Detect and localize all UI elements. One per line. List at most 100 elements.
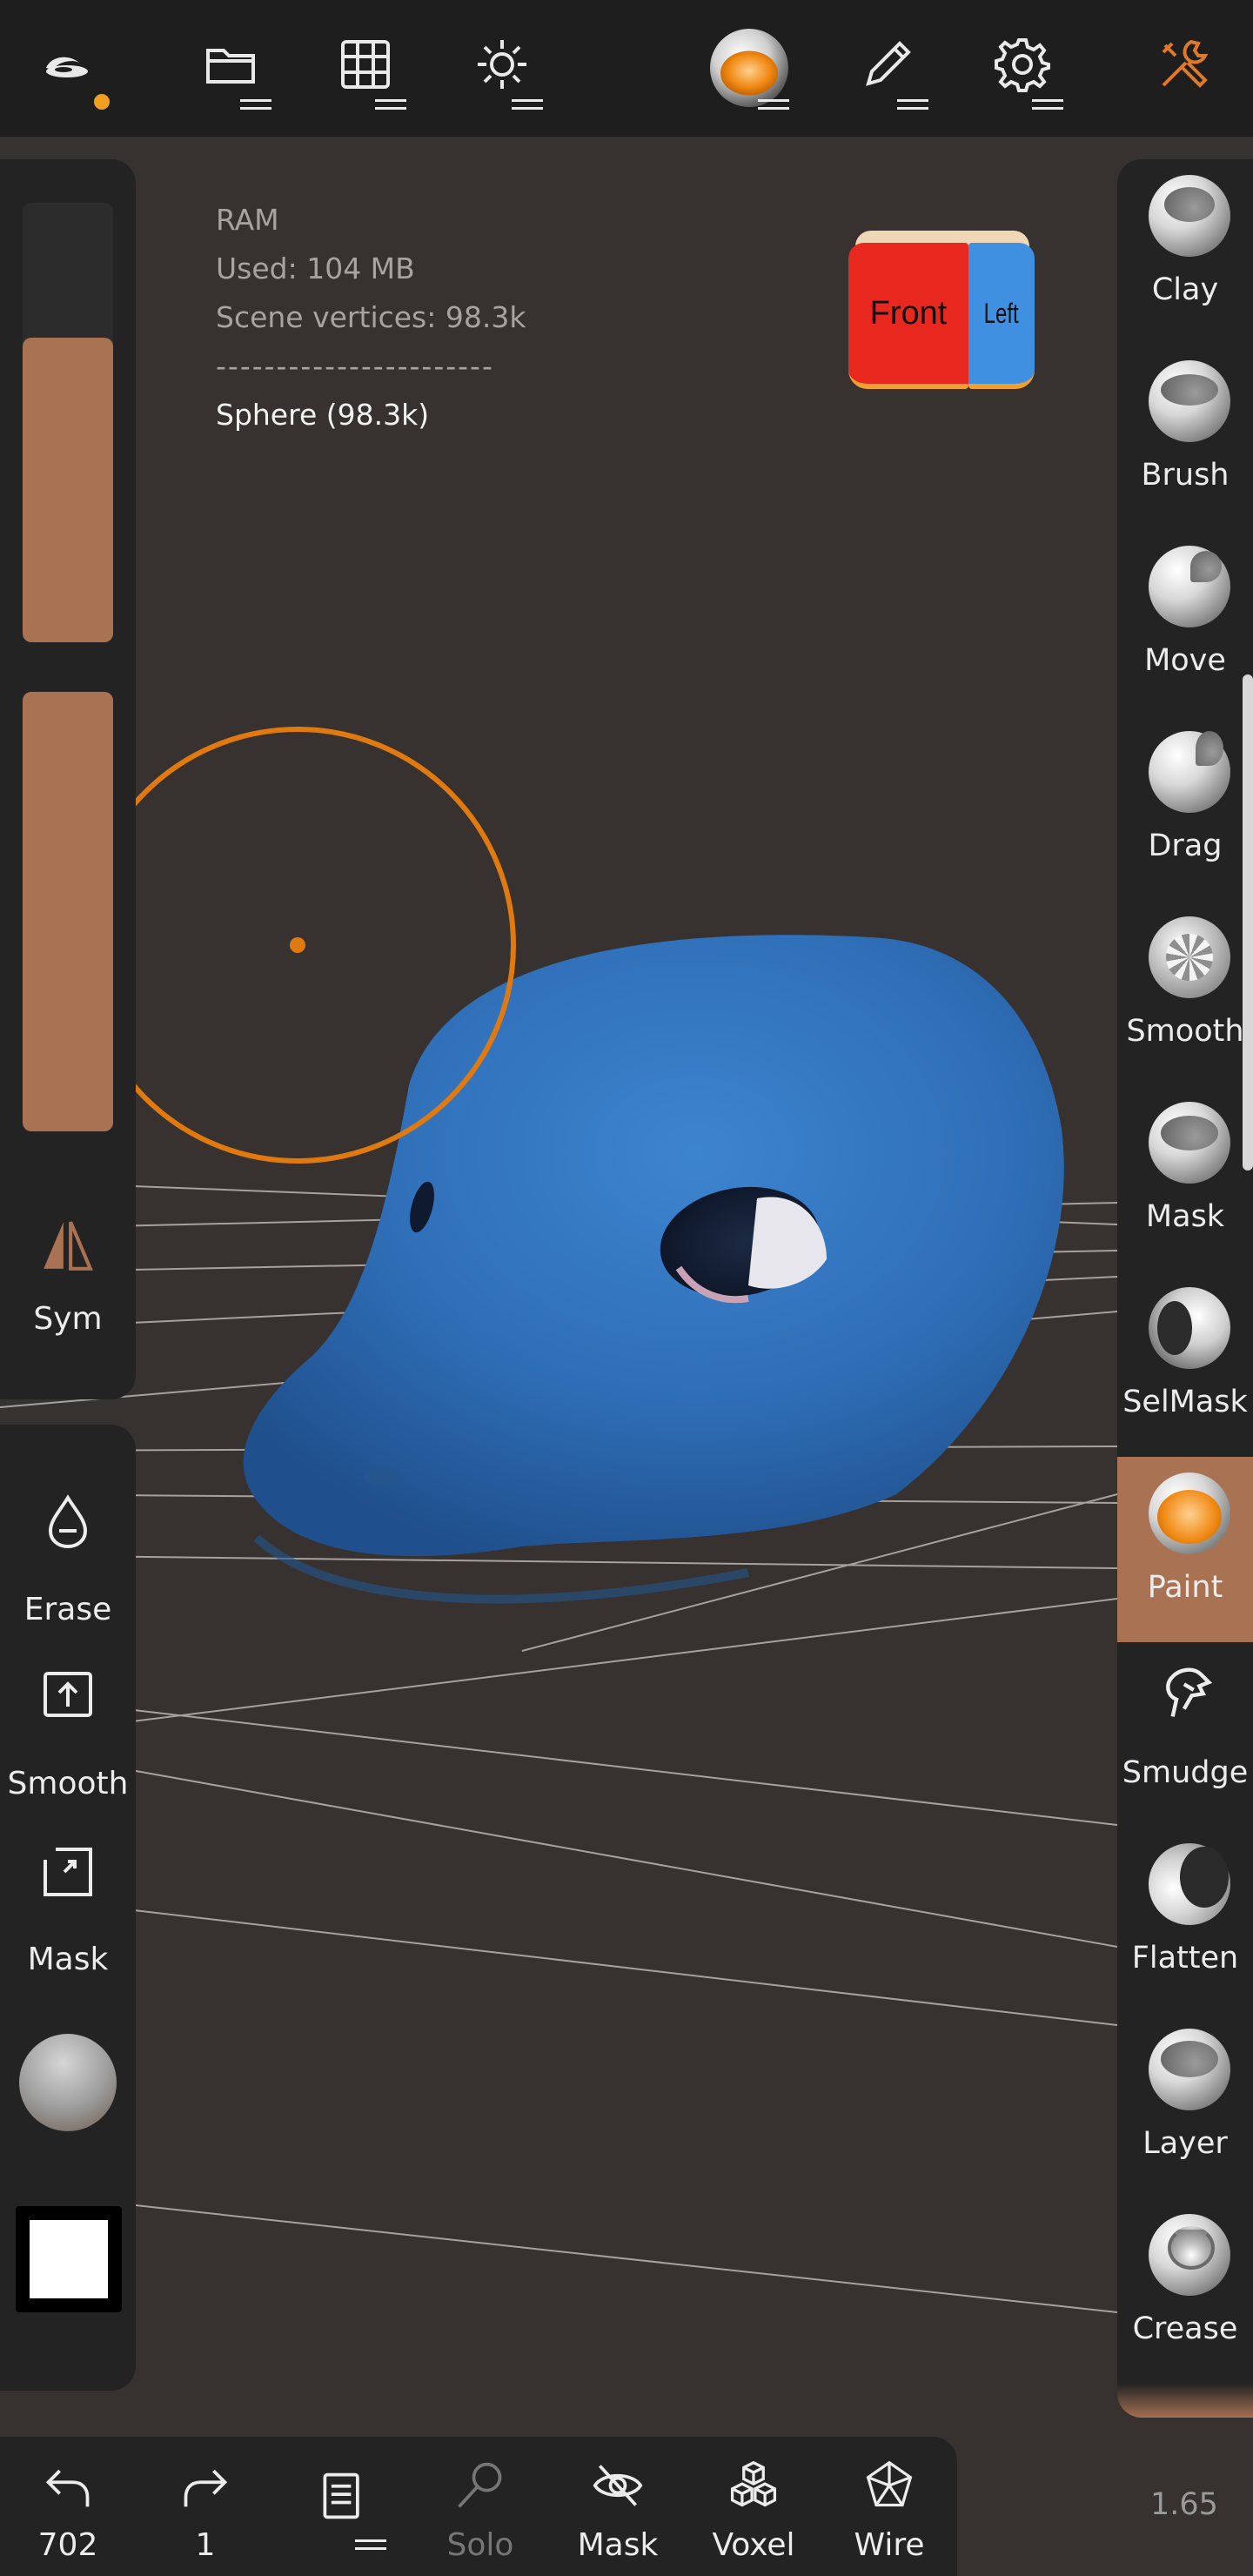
smooth-label: Smooth (7, 1766, 129, 1801)
scene-vertices: Scene vertices: 98.3k (216, 300, 526, 334)
brush-cursor (79, 727, 516, 1164)
scene-button[interactable] (318, 26, 413, 113)
scene-canvas[interactable] (0, 137, 1253, 2434)
tool-layer[interactable]: Layer (1117, 2013, 1253, 2198)
mask-icon (1149, 1102, 1230, 1184)
app-logo-button[interactable] (19, 26, 115, 113)
redo-icon (184, 2469, 228, 2507)
flatten-icon (1149, 1843, 1230, 1925)
scene-stats: RAM Used: 104 MB Scene vertices: 98.3k -… (216, 196, 526, 439)
voxel-cubes-icon (730, 2460, 777, 2507)
tool-flatten[interactable]: Flatten (1117, 1828, 1253, 2013)
material-sphere-icon (710, 29, 788, 107)
matcap-sphere-button[interactable] (19, 2034, 117, 2131)
symmetry-toggle[interactable]: Sym (0, 1301, 136, 1337)
redo-count: 1 (195, 2527, 216, 2563)
mask-button[interactable]: Mask (0, 1844, 136, 2001)
top-toolbar (0, 0, 1253, 137)
crease-icon (1149, 2214, 1230, 2296)
app-version: 1.65 (1150, 2487, 1218, 2522)
menu-lines-icon (1032, 99, 1063, 110)
tool-smooth[interactable]: Smooth (1117, 901, 1253, 1086)
stats-separator: ----------------------- (216, 349, 494, 383)
app-logo-icon (46, 57, 88, 77)
smooth-button[interactable]: Smooth (0, 1668, 136, 1825)
tools-icon (1162, 39, 1209, 88)
tool-mask[interactable]: Mask (1117, 1086, 1253, 1271)
smudge-icon (1166, 1667, 1213, 1717)
tool-selmask[interactable]: SelMask (1117, 1271, 1253, 1457)
voxel-button[interactable]: Voxel (686, 2437, 821, 2576)
left-brush-panel: Sym (0, 159, 136, 1399)
smooth-icon (1149, 916, 1230, 998)
menu-lines-icon (240, 99, 271, 110)
color-swatch-button[interactable] (16, 2206, 122, 2312)
sculpt-model[interactable] (243, 935, 1064, 1604)
scene-list-button[interactable] (275, 2437, 411, 2576)
mask-label: Mask (27, 1942, 109, 1977)
solo-button[interactable]: Solo (412, 2437, 548, 2576)
search-icon (458, 2462, 502, 2508)
mesh-info: Sphere (98.3k) (216, 398, 430, 432)
tool-label: Crease (1132, 2311, 1238, 2346)
paint-icon (1149, 1472, 1230, 1554)
tool-label: Flatten (1131, 1941, 1239, 1976)
tool-label: Mask (1145, 1199, 1225, 1234)
material-button[interactable] (700, 26, 796, 113)
wireframe-label: Wire (854, 2527, 925, 2563)
tool-smudge[interactable]: Smudge (1117, 1642, 1253, 1828)
intensity-slider[interactable] (23, 692, 113, 1131)
tool-move[interactable]: Move (1117, 530, 1253, 715)
mask-square-icon (44, 1848, 92, 1896)
notification-dot (94, 94, 110, 110)
tool-brush[interactable]: Brush (1117, 345, 1253, 530)
erase-button[interactable]: Erase (0, 1494, 136, 1651)
3d-viewport[interactable]: RAM Used: 104 MB Scene vertices: 98.3k -… (0, 137, 1253, 2434)
voxel-label: Voxel (712, 2527, 795, 2563)
upload-square-icon (44, 1672, 92, 1717)
undo-button[interactable]: 702 (0, 2437, 136, 2576)
pen-icon (866, 41, 911, 86)
mask-visibility-button[interactable]: Mask (550, 2437, 686, 2576)
tool-palette: Clay Brush Move Drag Smooth Mask SelMask… (1117, 159, 1253, 2418)
tool-crease[interactable]: Crease (1117, 2198, 1253, 2384)
symmetry-icon (44, 1221, 93, 1271)
color-swatch-fill (30, 2220, 108, 2298)
radius-slider[interactable] (23, 203, 113, 642)
erase-label: Erase (23, 1592, 112, 1627)
redo-button[interactable]: 1 (137, 2437, 273, 2576)
tool-drag[interactable]: Drag (1117, 715, 1253, 901)
painting-button[interactable] (840, 26, 935, 113)
cube-front-label: Front (869, 294, 948, 332)
view-cube[interactable]: Front Left (848, 231, 1036, 396)
cube-left-face[interactable]: Left (968, 243, 1035, 389)
ram-used: Used: 104 MB (216, 252, 415, 285)
wireframe-button[interactable]: Wire (821, 2437, 957, 2576)
tool-label: Clay (1151, 272, 1219, 307)
menu-lines-icon (758, 99, 789, 110)
tool-label: Paint (1147, 1570, 1223, 1605)
folder-icon (206, 49, 255, 84)
menu-lines-icon (897, 99, 928, 110)
tool-label: SelMask (1122, 1385, 1248, 1419)
gear-icon (995, 38, 1050, 92)
cube-left-label: Left (983, 297, 1020, 329)
radius-slider-fill (23, 338, 113, 642)
tools-button[interactable] (1136, 26, 1232, 113)
menu-lines-icon (355, 2539, 386, 2550)
tool-label: Move (1144, 643, 1226, 678)
tool-clay[interactable]: Clay (1117, 159, 1253, 345)
lighting-button[interactable] (454, 26, 550, 113)
menu-lines-icon (512, 99, 543, 110)
undo-count: 702 (37, 2527, 98, 2563)
tool-palette-scrollbar[interactable] (1243, 674, 1253, 1171)
ram-label: RAM (216, 203, 279, 237)
settings-button[interactable] (975, 26, 1070, 113)
tool-label: Brush (1141, 458, 1230, 493)
files-button[interactable] (183, 26, 278, 113)
document-icon (323, 2472, 359, 2519)
tool-paint[interactable]: Paint (1117, 1457, 1253, 1642)
cube-front-face[interactable]: Front (848, 243, 968, 389)
undo-icon (45, 2469, 90, 2507)
move-icon (1149, 546, 1230, 627)
